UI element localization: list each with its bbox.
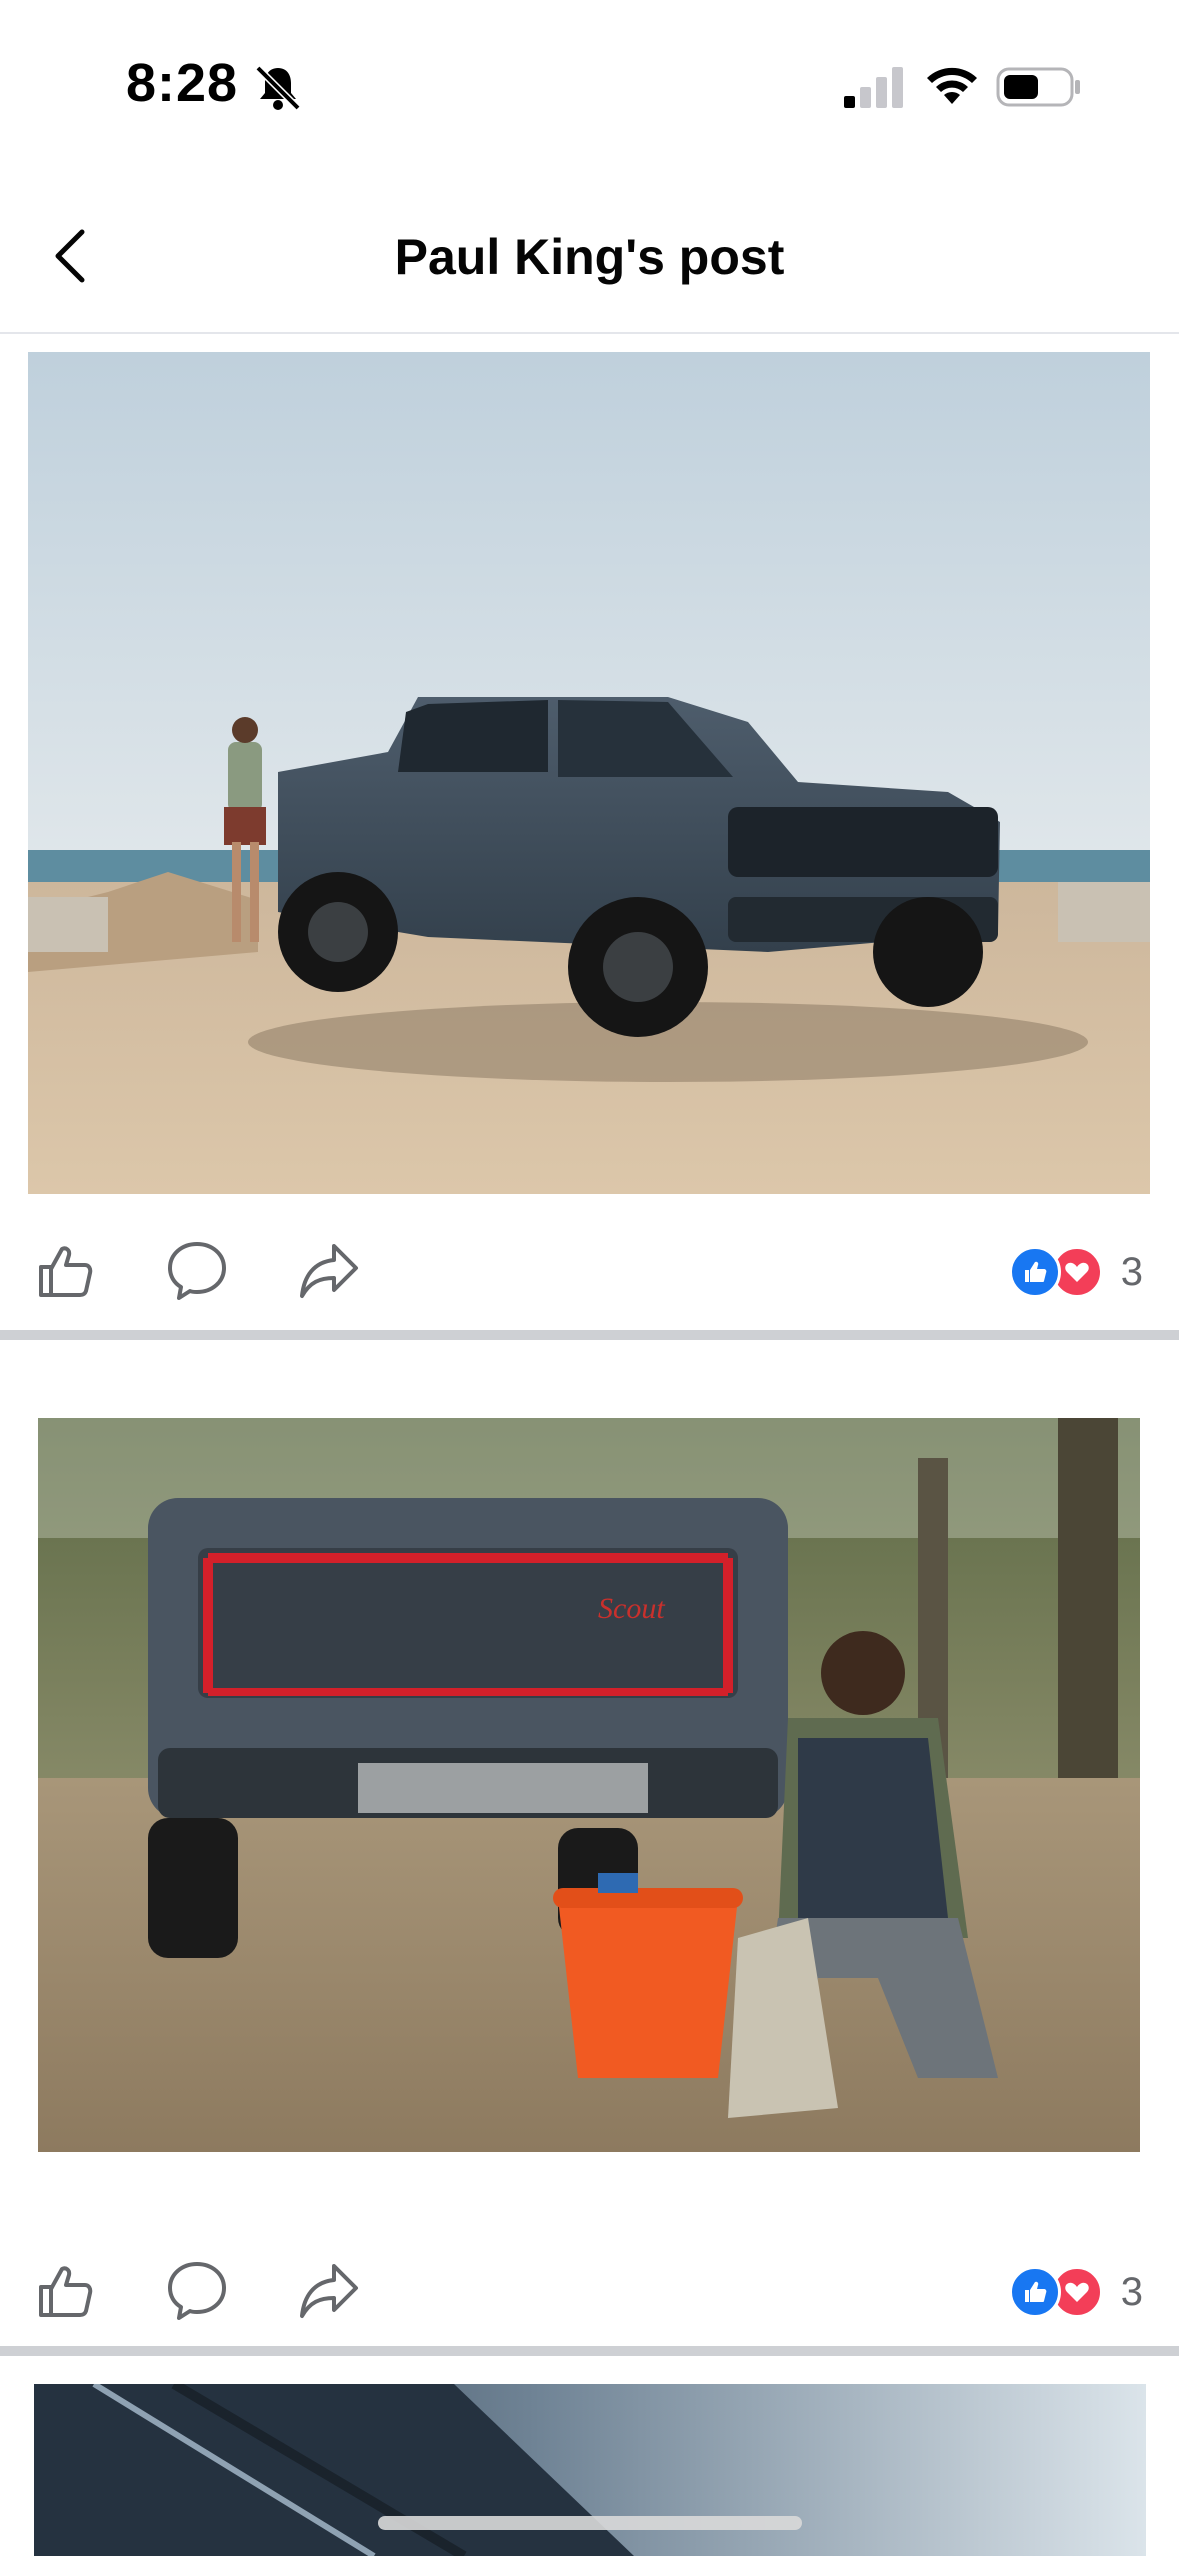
reaction-count: 3 xyxy=(1120,1249,1143,1294)
status-time: 8:28 xyxy=(126,53,239,113)
home-indicator[interactable] xyxy=(378,2516,802,2530)
post-photo[interactable]: Scout xyxy=(38,1418,1140,2152)
share-icon xyxy=(300,1244,358,1298)
comment-button[interactable] xyxy=(164,1238,230,1304)
share-button[interactable] xyxy=(296,2258,362,2324)
truck-rear-image: Scout xyxy=(38,1418,1140,2152)
reactions-summary[interactable]: 3 xyxy=(1008,1244,1143,1300)
like-button[interactable] xyxy=(32,2258,98,2324)
share-icon xyxy=(300,2264,358,2318)
like-icon xyxy=(39,2266,93,2317)
truck-detail-image xyxy=(34,2384,1146,2556)
comment-icon xyxy=(168,2262,226,2320)
status-bar: 8:28 xyxy=(0,0,1179,150)
post-photo[interactable] xyxy=(28,352,1150,1194)
bell-off-icon xyxy=(255,65,301,111)
post-photo[interactable] xyxy=(34,2384,1146,2556)
svg-text:Scout: Scout xyxy=(598,1592,665,1625)
like-reaction-icon xyxy=(1008,2266,1061,2318)
page-title: Paul King's post xyxy=(394,229,785,285)
post-separator xyxy=(0,1330,1179,1340)
share-button[interactable] xyxy=(296,1238,362,1304)
post-separator xyxy=(0,2346,1179,2356)
post-action-bar: 3 xyxy=(0,2236,1179,2346)
like-reaction-icon xyxy=(1008,1246,1061,1298)
battery-icon xyxy=(996,67,1080,107)
reaction-count: 3 xyxy=(1120,2269,1143,2314)
truck-beach-image xyxy=(28,352,1150,1194)
signal-icon xyxy=(844,67,903,108)
like-icon xyxy=(39,1246,93,1297)
comment-icon xyxy=(168,1242,226,1300)
post-header: Paul King's post xyxy=(0,180,1179,334)
post-action-bar: 3 xyxy=(0,1216,1179,1326)
wifi-icon xyxy=(927,67,977,104)
reactions-summary[interactable]: 3 xyxy=(1008,2264,1143,2320)
like-button[interactable] xyxy=(32,1238,98,1304)
comment-button[interactable] xyxy=(164,2258,230,2324)
